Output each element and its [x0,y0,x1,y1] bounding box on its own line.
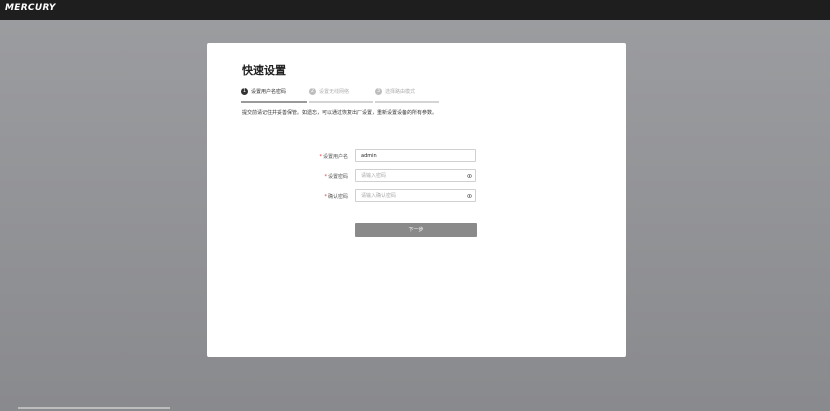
confirm-password-placeholder: 请输入确认密码 [361,193,397,199]
password-input[interactable]: 请输入密码 [355,169,476,182]
step-1-bar [241,101,307,103]
page-title: 快速设置 [242,64,286,77]
step-3-label: 选择路由模式 [385,89,416,95]
username-label-text: 设置用户名 [322,154,348,160]
confirm-password-label: *确认密码 [324,193,348,200]
required-mark: * [324,174,327,180]
confirm-password-input[interactable]: 请输入确认密码 [355,189,476,202]
step-2: 2 设置无线网络 [309,87,373,103]
step-3-number: 3 [375,88,382,95]
required-mark: * [324,194,327,200]
step-2-number: 2 [309,88,316,95]
step-3-bar [375,101,439,103]
password-row: *设置密码 请输入密码 [207,169,626,184]
required-mark: * [319,154,322,160]
quick-setup-card: 快速设置 1 设置用户名密码 2 设置无线网络 3 选择路由模式 提交前请记住并… [207,43,626,357]
username-row: *设置用户名 admin [207,149,626,164]
next-button[interactable]: 下一步 [355,223,477,237]
password-label: *设置密码 [324,173,348,180]
step-3: 3 选择路由模式 [375,87,439,103]
confirm-password-row: *确认密码 请输入确认密码 [207,189,626,204]
step-1-number: 1 [241,88,248,95]
setup-description: 提交前请记住并妥善保管。如遗忘，可以通过恢复出厂设置，重新设置设备的所有参数。 [242,110,438,116]
step-1: 1 设置用户名密码 [241,87,307,103]
step-2-label: 设置无线网络 [319,89,350,95]
password-label-text: 设置密码 [327,174,348,180]
brand-logo: MERCURY [5,3,56,13]
eye-icon[interactable] [467,194,472,198]
password-placeholder: 请输入密码 [361,173,387,179]
step-1-label: 设置用户名密码 [251,89,287,95]
username-input[interactable]: admin [355,149,476,162]
top-bar: MERCURY [0,0,830,20]
username-label: *设置用户名 [319,153,348,160]
step-2-bar [309,101,373,103]
confirm-password-label-text: 确认密码 [327,194,348,200]
horizontal-scrollbar[interactable] [18,407,170,409]
eye-icon[interactable] [467,174,472,178]
